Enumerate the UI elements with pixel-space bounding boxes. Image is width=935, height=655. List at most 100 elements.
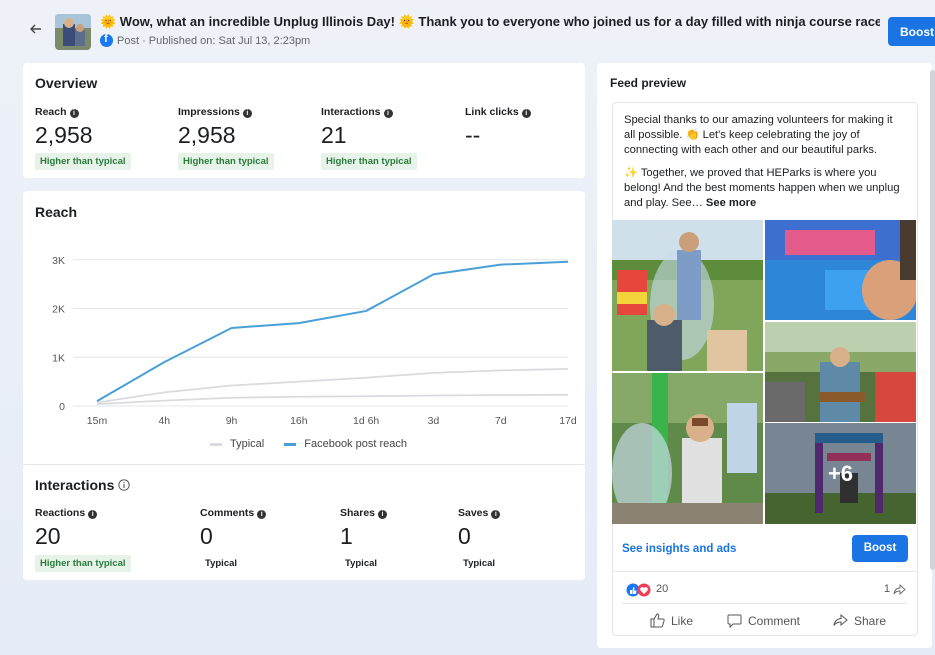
metric-label-text: Shares <box>340 507 376 519</box>
x-tick-label: 15m <box>87 415 108 427</box>
post-header: 🌞 Wow, what an incredible Unplug Illinoi… <box>0 0 935 56</box>
share-label: Share <box>854 613 887 628</box>
legend-swatch-typical <box>210 442 222 446</box>
legend-swatch-post <box>284 442 297 446</box>
feed-paragraph-1: Special thanks to our amazing volunteers… <box>624 114 893 156</box>
metric-comments-value: 0 <box>200 523 213 549</box>
x-tick-label: 3d <box>428 415 440 427</box>
reach-chart: 0 1K 2K 3K 15m 4h 9h 16h 1d 6h 3d 7d 17d <box>52 255 577 427</box>
info-icon[interactable]: i <box>521 109 531 118</box>
feed-photo-1[interactable] <box>612 220 763 371</box>
info-icon[interactable]: i <box>383 109 393 118</box>
metric-interactions-label: Interactions i <box>321 106 393 118</box>
y-tick-label: 0 <box>59 401 65 413</box>
metric-reach-badge: Higher than typical <box>35 153 131 170</box>
feed-photo-4[interactable] <box>612 373 763 524</box>
x-tick-label: 7d <box>495 415 507 427</box>
like-icon <box>650 613 665 628</box>
share-action[interactable]: Share <box>833 613 886 628</box>
interactions-title-text: Interactions <box>35 477 115 493</box>
feed-preview-title: Feed preview <box>610 76 687 90</box>
chart-legend: Typical Facebook post reach <box>210 438 407 450</box>
x-tick-label: 17d <box>559 415 577 427</box>
metric-label-text: Link clicks <box>465 106 519 118</box>
info-icon[interactable]: i <box>69 109 79 118</box>
feed-photo-2[interactable] <box>765 220 916 320</box>
legend-label-post: Facebook post reach <box>304 438 407 450</box>
feed-paragraph-2-text: ✨ Together, we proved that HEParks is wh… <box>624 167 900 209</box>
legend-item-typical: Typical <box>210 438 264 450</box>
info-icon[interactable]: i <box>491 510 501 519</box>
y-tick-label: 2K <box>52 304 65 316</box>
reaction-count: 20 <box>656 583 669 595</box>
info-outline-icon[interactable] <box>118 479 130 491</box>
metric-impressions-value: 2,958 <box>178 122 236 148</box>
comment-icon <box>727 614 742 628</box>
section-divider <box>23 464 585 465</box>
feed-paragraph-2: ✨ Together, we proved that HEParks is wh… <box>624 166 906 211</box>
legend-item-post: Facebook post reach <box>284 438 407 450</box>
metric-saves-value: 0 <box>458 523 471 549</box>
series-line-typical <box>96 368 569 404</box>
metric-label-text: Impressions <box>178 106 240 118</box>
metric-link-clicks-label: Link clicks i <box>465 106 531 118</box>
x-tick-label: 4h <box>158 415 170 427</box>
overview-title: Overview <box>35 75 98 91</box>
info-icon[interactable]: i <box>257 510 267 519</box>
share-count: 1 <box>883 583 890 595</box>
metric-label-text: Reach <box>35 106 67 118</box>
feed-bottom-divider <box>622 635 907 636</box>
comment-action[interactable]: Comment <box>727 613 800 628</box>
share-count-icon <box>893 583 906 596</box>
info-icon[interactable]: i <box>88 510 98 519</box>
metric-interactions-badge: Higher than typical <box>321 153 417 170</box>
metric-reach-value: 2,958 <box>35 122 93 148</box>
metric-reactions-value: 20 <box>35 523 61 549</box>
like-label: Like <box>671 613 694 628</box>
boost-button-top[interactable]: Boost <box>888 17 935 46</box>
metric-reactions-badge: Higher than typical <box>35 555 131 572</box>
reach-title: Reach <box>35 204 78 220</box>
interactions-title: Interactions <box>35 477 130 493</box>
feed-divider <box>612 571 918 572</box>
share-icon <box>833 613 848 627</box>
feed-scrollbar[interactable] <box>930 70 935 570</box>
metric-label-text: Interactions <box>321 106 381 118</box>
metric-comments-badge: Typical <box>205 558 238 569</box>
metric-reach-label: Reach i <box>35 106 79 118</box>
more-photos-overlay[interactable]: +6 <box>765 423 916 524</box>
metric-link-clicks-value: -- <box>465 122 481 148</box>
metric-label-text: Saves <box>458 507 489 519</box>
metric-comments-label: Comments i <box>200 507 267 519</box>
metric-interactions-value: 21 <box>321 122 347 148</box>
post-thumbnail[interactable] <box>55 14 91 50</box>
info-icon[interactable]: i <box>378 510 388 519</box>
metric-saves-badge: Typical <box>463 558 496 569</box>
metric-reactions-label: Reactions i <box>35 507 98 519</box>
metric-label-text: Reactions <box>35 507 86 519</box>
metric-impressions-badge: Higher than typical <box>178 153 274 170</box>
comment-label: Comment <box>748 613 801 628</box>
reaction-icons <box>626 583 651 597</box>
metric-impressions-label: Impressions i <box>178 106 252 118</box>
y-tick-label: 1K <box>52 352 65 364</box>
metric-saves-label: Saves i <box>458 507 501 519</box>
see-more-link[interactable]: See more <box>706 197 756 209</box>
back-arrow-icon[interactable] <box>29 22 43 36</box>
post-subtitle: Post · Published on: Sat Jul 13, 2:23pm <box>100 33 311 47</box>
post-title: 🌞 Wow, what an incredible Unplug Illinoi… <box>100 14 880 29</box>
see-insights-link[interactable]: See insights and ads <box>622 543 736 555</box>
legend-label-typical: Typical <box>230 438 265 450</box>
x-tick-label: 1d 6h <box>353 415 379 427</box>
feed-photo-3[interactable] <box>765 322 916 422</box>
facebook-icon <box>100 33 113 47</box>
x-tick-label: 9h <box>226 415 238 427</box>
reaction-summary: 20 1 <box>626 582 906 598</box>
info-icon[interactable]: i <box>242 109 252 118</box>
metric-label-text: Comments <box>200 507 255 519</box>
series-line-typical <box>96 393 569 405</box>
boost-button-feed[interactable]: Boost <box>852 535 908 562</box>
metric-shares-value: 1 <box>340 523 353 549</box>
like-action[interactable]: Like <box>650 613 693 628</box>
post-published-info: Post · Published on: Sat Jul 13, 2:23pm <box>117 34 311 47</box>
